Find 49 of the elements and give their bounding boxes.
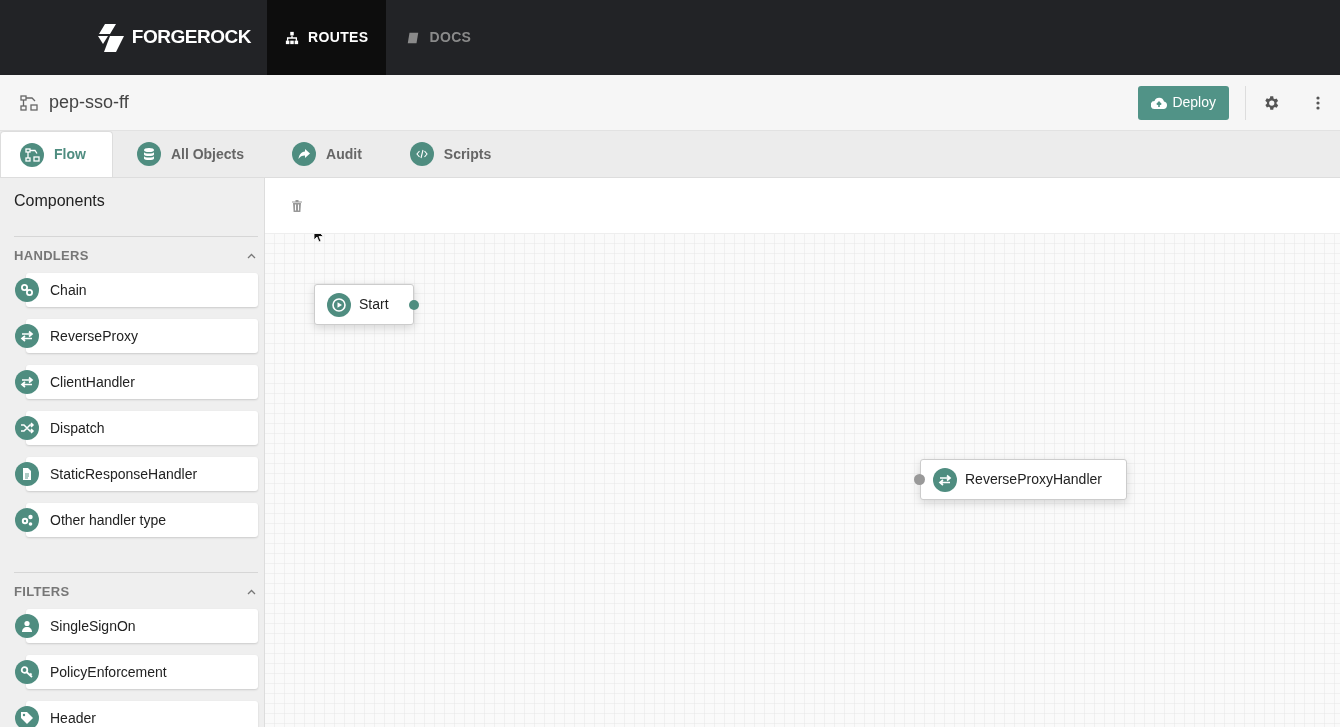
book-icon bbox=[406, 30, 421, 45]
component-item[interactable]: Header bbox=[26, 701, 258, 727]
gears-icon bbox=[15, 508, 39, 532]
component-item[interactable]: Other handler type bbox=[26, 503, 258, 537]
sitemap-icon bbox=[285, 30, 299, 45]
component-item[interactable]: Chain bbox=[26, 273, 258, 307]
link-icon bbox=[15, 278, 39, 302]
swap-arrows-icon bbox=[933, 467, 957, 492]
output-port[interactable] bbox=[408, 299, 419, 310]
tab[interactable]: Scripts bbox=[385, 131, 516, 177]
shuffle-icon bbox=[15, 416, 39, 440]
component-item[interactable]: PolicyEnforcement bbox=[26, 655, 258, 689]
key-icon bbox=[15, 660, 39, 684]
cloud-upload-icon bbox=[1151, 96, 1168, 109]
tag-icon bbox=[15, 706, 39, 727]
code-icon bbox=[409, 142, 434, 166]
swap-arrows-icon bbox=[15, 324, 39, 348]
user-icon bbox=[15, 614, 39, 638]
nav-tab[interactable]: ROUTES bbox=[267, 0, 387, 75]
component-item[interactable]: StaticResponseHandler bbox=[26, 457, 258, 491]
more-icon[interactable] bbox=[1316, 95, 1320, 110]
input-port[interactable] bbox=[914, 474, 925, 485]
component-item[interactable]: Dispatch bbox=[26, 411, 258, 445]
database-icon bbox=[136, 142, 161, 166]
route-title: pep-sso-ff bbox=[49, 91, 129, 114]
tab[interactable]: Flow bbox=[0, 131, 113, 177]
sidebar-title: Components bbox=[14, 191, 106, 211]
tab[interactable]: All Objects bbox=[112, 131, 269, 177]
delete-icon[interactable] bbox=[292, 199, 302, 212]
section-title: HANDLERS bbox=[14, 247, 89, 266]
play-icon bbox=[327, 292, 351, 317]
component-item[interactable]: SingleSignOn bbox=[26, 609, 258, 643]
nav-tab[interactable]: DOCS bbox=[386, 0, 492, 75]
flow-node[interactable]: ReverseProxyHandler bbox=[920, 459, 1127, 500]
flow-icon bbox=[20, 94, 38, 111]
flow-node[interactable]: Start bbox=[314, 284, 414, 325]
component-item[interactable]: ClientHandler bbox=[26, 365, 258, 399]
chevron-up-icon[interactable] bbox=[247, 589, 256, 595]
document-icon bbox=[15, 462, 39, 486]
settings-icon[interactable] bbox=[1262, 93, 1280, 112]
logo-icon bbox=[95, 23, 126, 52]
component-item[interactable]: ReverseProxy bbox=[26, 319, 258, 353]
tab[interactable]: Audit bbox=[268, 131, 386, 177]
chevron-up-icon[interactable] bbox=[247, 253, 256, 259]
brand-name: FORGEROCK bbox=[131, 25, 251, 50]
section-title: FILTERS bbox=[14, 583, 70, 602]
deploy-button[interactable]: Deploy bbox=[1138, 85, 1229, 120]
flow-icon bbox=[20, 142, 44, 167]
swap-arrows-icon bbox=[15, 370, 39, 394]
